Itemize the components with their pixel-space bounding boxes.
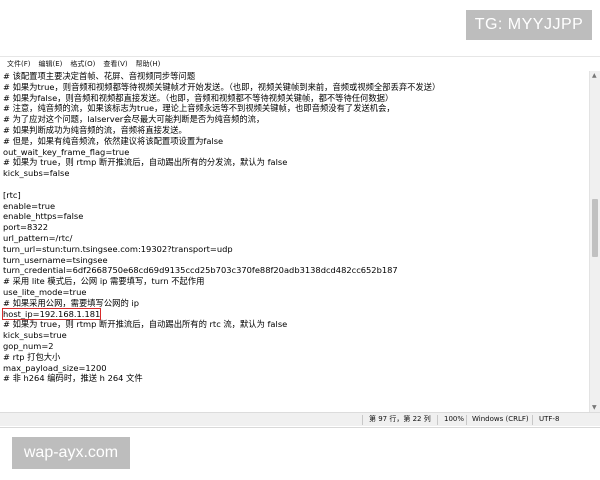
editor-line: turn_username=tsingsee xyxy=(3,254,108,265)
watermark-bottom: wap-ayx.com xyxy=(12,437,130,469)
editor-line: use_lite_mode=true xyxy=(3,286,87,297)
cursor-position: 第 97 行，第 22 列 xyxy=(369,415,431,423)
editor-line: # 如果采用公网，需要填写公网的 ip xyxy=(3,297,139,308)
editor-line: # rtp 打包大小 xyxy=(3,351,61,362)
editor-line: port=8322 xyxy=(3,222,49,233)
status-bar: 第 97 行，第 22 列 100% Windows (CRLF) UTF-8 xyxy=(0,412,600,426)
line-ending: Windows (CRLF) xyxy=(472,415,529,423)
notepad-window: 文件(F) 编辑(E) 格式(O) 查看(V) 帮助(H) # 该配置项主要决定… xyxy=(0,56,600,428)
scroll-down-icon[interactable]: ▼ xyxy=(592,404,597,411)
editor-line: out_wait_key_frame_flag=true xyxy=(3,146,130,157)
highlighted-host-ip-line: host_ip=192.168.1.181 xyxy=(1,307,102,321)
status-divider xyxy=(437,415,438,425)
menu-help[interactable]: 帮助(H) xyxy=(132,57,165,71)
editor-line: # 注意，纯音频的流，如果该标志为true，理论上音频永远等不到视频关键帧，也即… xyxy=(3,103,395,114)
editor-line: # 采用 lite 模式后，公网 ip 需要填写，turn 不起作用 xyxy=(3,276,205,287)
status-divider xyxy=(532,415,533,425)
watermark-top: TG: MYYJJPP xyxy=(466,10,592,40)
zoom-level: 100% xyxy=(444,415,465,423)
editor-line: enable=true xyxy=(3,200,56,211)
editor-line: host_ip=192.168.1.181 xyxy=(1,307,590,321)
editor-line: [rtc] xyxy=(3,189,21,200)
editor-line: # 但是，如果有纯音频流，依然建议将该配置项设置为false xyxy=(3,135,224,146)
menu-file[interactable]: 文件(F) xyxy=(3,57,35,71)
status-divider xyxy=(362,415,363,425)
editor-line: kick_subs=true xyxy=(3,330,67,341)
editor-line: # 如果为true，则音频和视频都等待视频关键帧才开始发送。（也即，视频关键帧到… xyxy=(3,81,441,92)
editor-line: # 该配置项主要决定首帧、花屏、音视频同步等问题 xyxy=(3,71,196,81)
text-editor[interactable]: # 该配置项主要决定首帧、花屏、音视频同步等问题 # 如果为true，则音频和视频… xyxy=(0,71,590,412)
editor-line: turn_credential=6df2668750e68cd69d9135cc… xyxy=(3,265,398,276)
scroll-up-icon[interactable]: ▲ xyxy=(592,72,597,79)
editor-line: gop_num=2 xyxy=(3,340,54,351)
editor-line: enable_https=false xyxy=(3,211,84,222)
editor-line: url_pattern=/rtc/ xyxy=(3,232,73,243)
vertical-scrollbar[interactable]: ▲ ▼ xyxy=(589,71,600,412)
editor-line: # 非 h264 编码时，推送 h 264 文件 xyxy=(3,373,143,384)
menu-bar: 文件(F) 编辑(E) 格式(O) 查看(V) 帮助(H) xyxy=(0,57,600,71)
editor-line: # 如果为 true，则 rtmp 断开推流后，自动踢出所有的 rtc 流，默认… xyxy=(3,319,288,330)
menu-edit[interactable]: 编辑(E) xyxy=(35,57,67,71)
editor-line: # 为了应对这个问题，lalserver会尽最大可能判断是否为纯音频的流， xyxy=(3,114,265,125)
editor-line: # 如果为false，则音频和视频都直接发送。（也即，音频和视频都不等待视频关键… xyxy=(3,92,394,103)
menu-view[interactable]: 查看(V) xyxy=(99,57,131,71)
editor-line: # 如果判断成功为纯音频的流，音频将直接发送。 xyxy=(3,124,187,135)
editor-line: turn_url=stun:turn.tsingsee.com:19302?tr… xyxy=(3,243,233,254)
editor-line: kick_subs=false xyxy=(3,168,70,179)
scrollbar-thumb[interactable] xyxy=(592,199,598,257)
editor-line: max_payload_size=1200 xyxy=(3,362,107,373)
status-divider xyxy=(466,415,467,425)
menu-format[interactable]: 格式(O) xyxy=(66,57,99,71)
editor-line: # 如果为 true，则 rtmp 断开推流后，自动踢出所有的分发流，默认为 f… xyxy=(3,157,288,168)
encoding: UTF-8 xyxy=(539,415,560,423)
